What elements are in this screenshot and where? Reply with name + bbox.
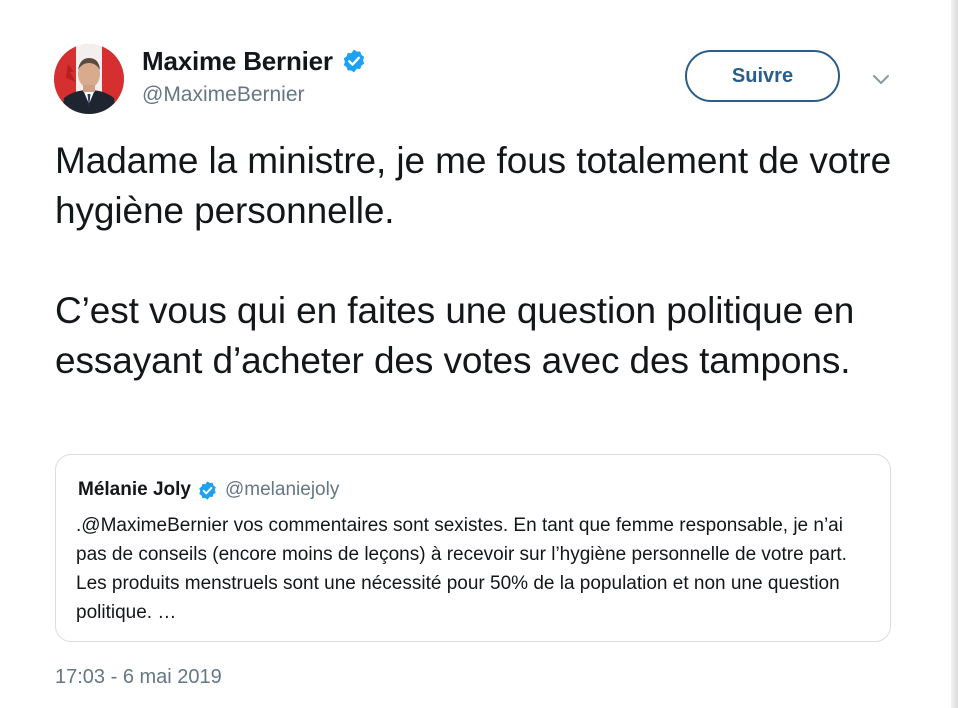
tweet-timestamp[interactable]: 17:03 - 6 mai 2019	[55, 666, 222, 689]
quoted-author-name: Mélanie Joly	[78, 479, 191, 500]
tweet-header: Maxime Bernier @MaximeBernier Suivre	[0, 0, 958, 120]
verified-badge-icon	[197, 480, 218, 501]
avatar[interactable]	[54, 44, 124, 114]
tweet-paragraph: C’est vous qui en faites une question po…	[55, 290, 855, 381]
chevron-down-icon[interactable]	[868, 70, 894, 90]
avatar-image	[54, 44, 124, 114]
quoted-author-handle: @melaniejoly	[225, 479, 340, 500]
quoted-tweet-text: .@MaximeBernier vos commentaires sont se…	[76, 515, 847, 623]
follow-button[interactable]: Suivre	[685, 50, 840, 102]
author-handle[interactable]: @MaximeBernier	[142, 83, 305, 107]
tweet-text: Madame la ministre, je me fous totalemen…	[55, 136, 915, 386]
verified-badge-icon	[341, 48, 367, 74]
tweet-paragraph: Madame la ministre, je me fous totalemen…	[55, 140, 892, 231]
author-display-name[interactable]: Maxime Bernier	[142, 46, 333, 77]
quoted-tweet-card[interactable]: Mélanie Joly @melaniejoly .@MaximeBernie…	[55, 454, 891, 642]
quoted-tweet-header: Mélanie Joly @melaniejoly	[78, 477, 339, 503]
author-name-row: Maxime Bernier	[142, 44, 367, 78]
